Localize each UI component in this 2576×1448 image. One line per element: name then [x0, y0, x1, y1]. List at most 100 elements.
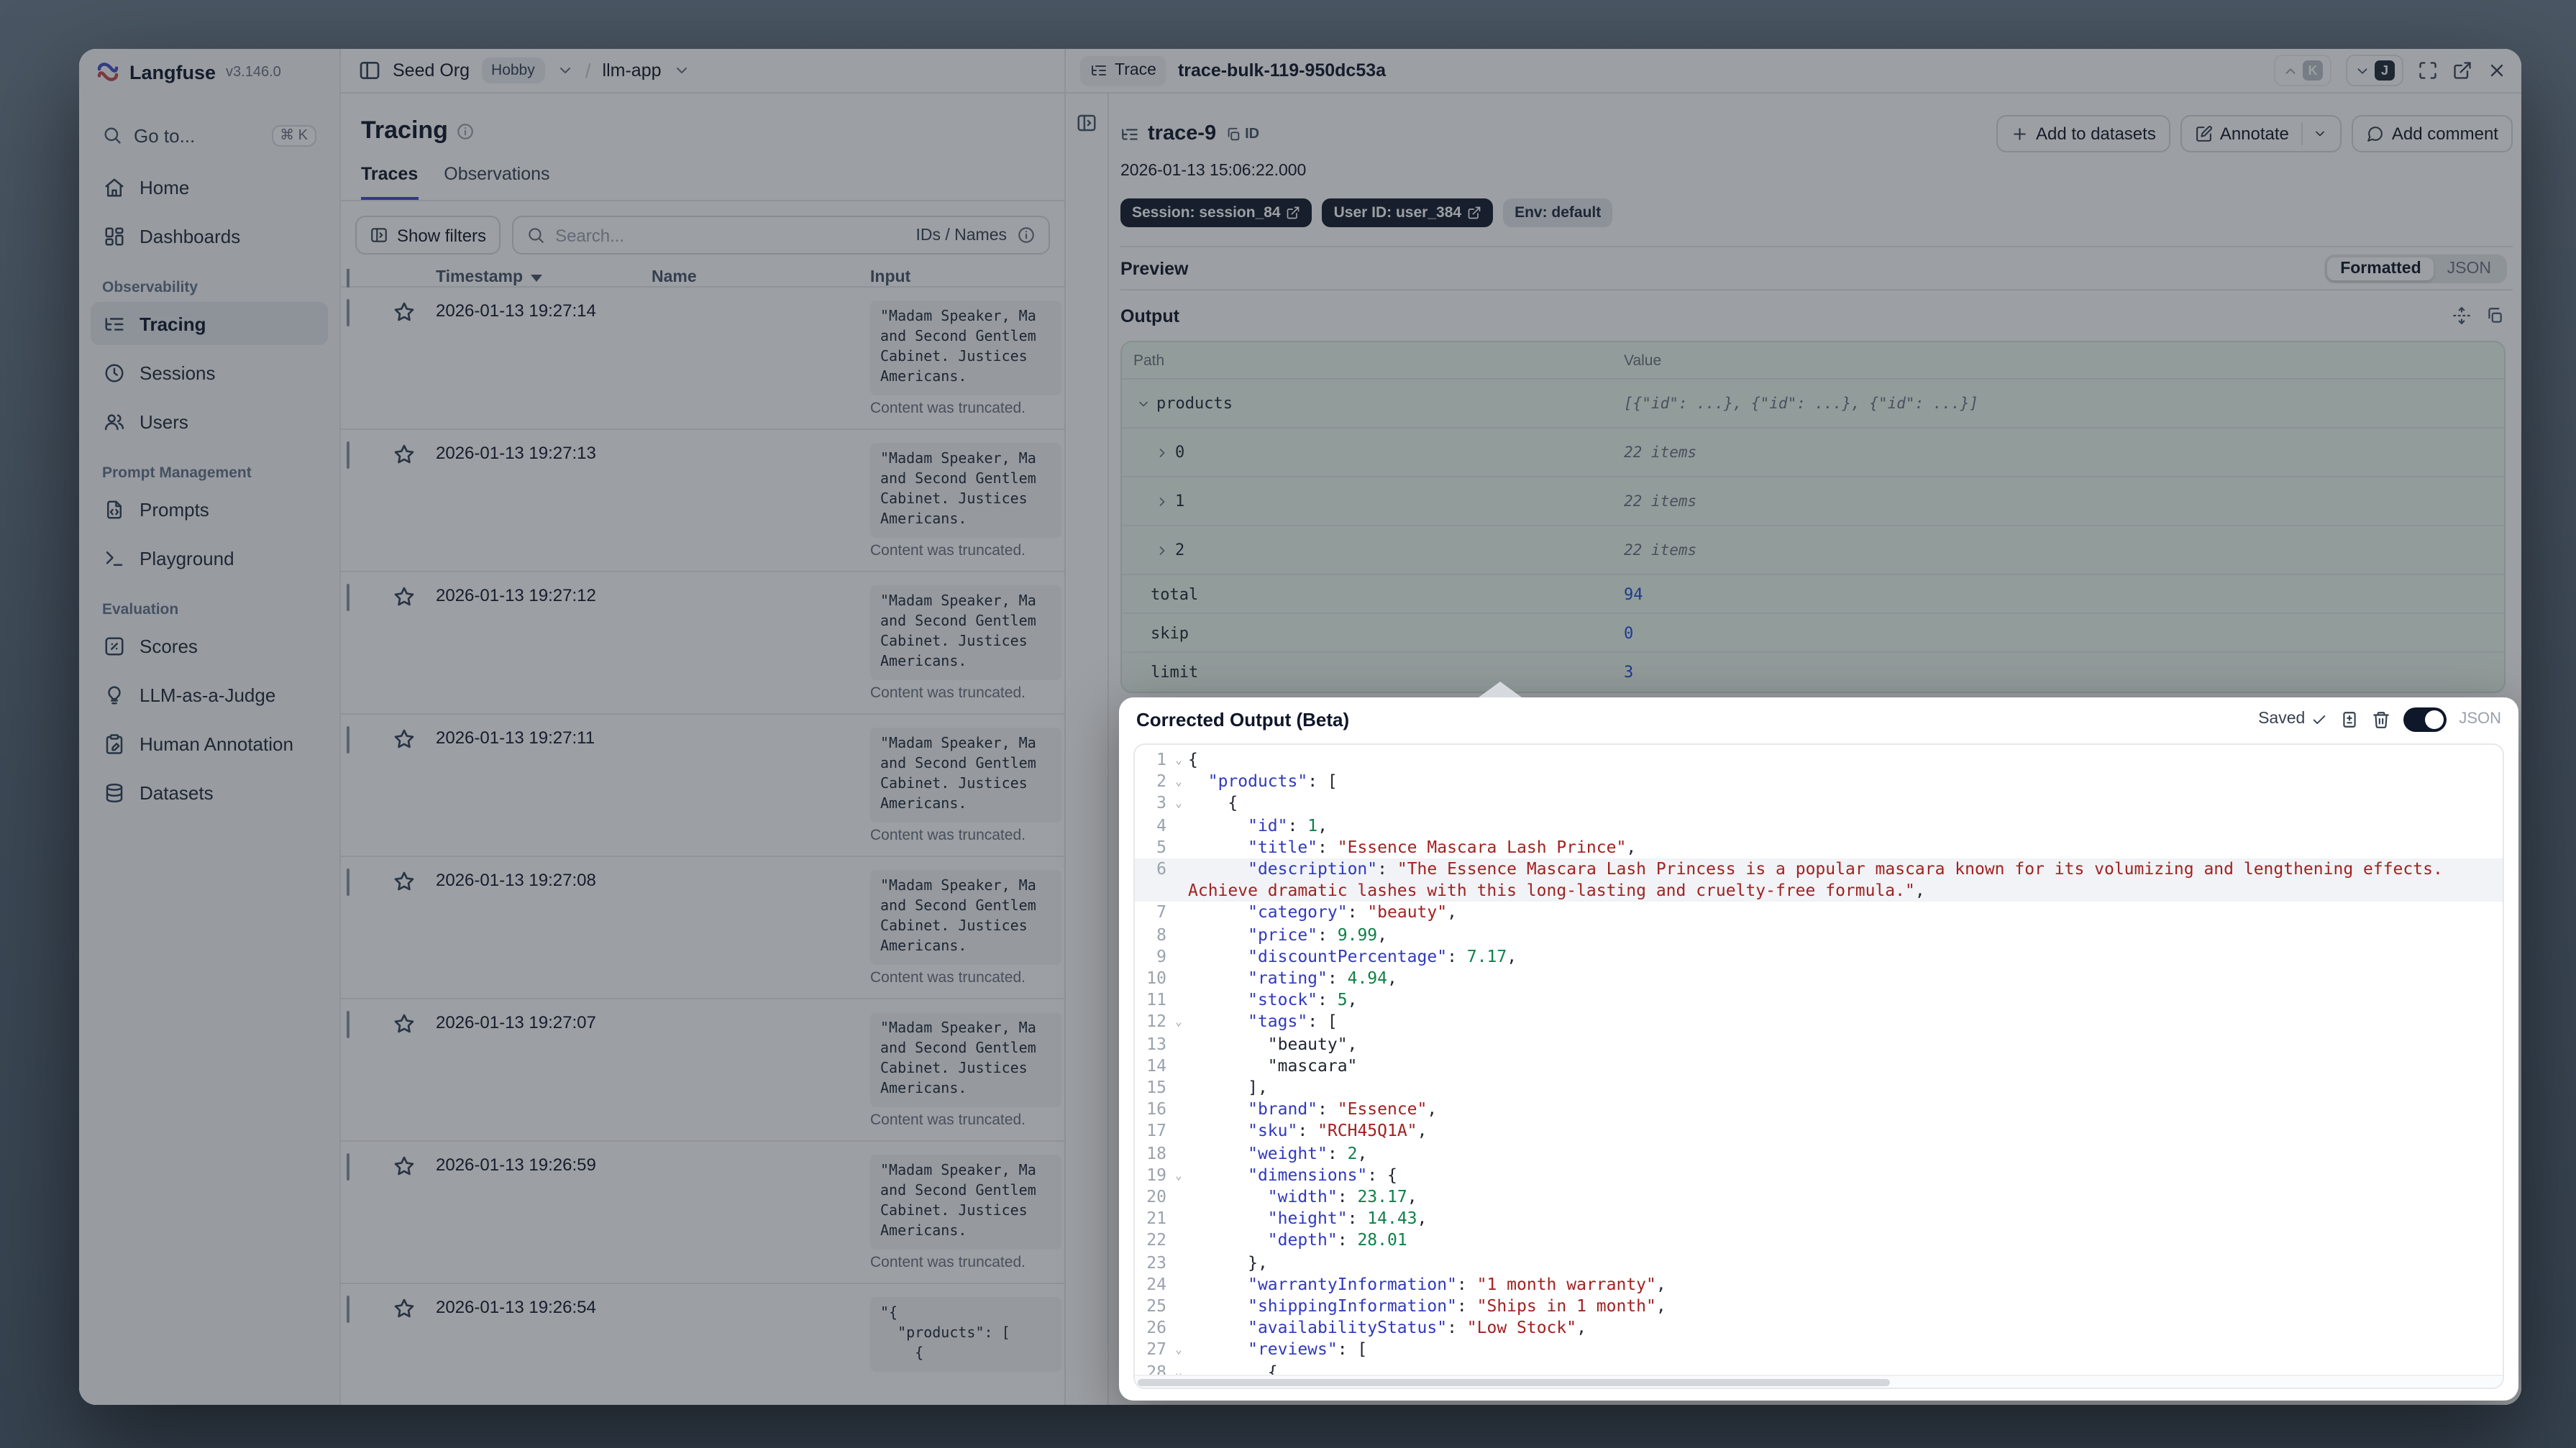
line-number: 24 — [1146, 1273, 1166, 1294]
code-line: 21 "height": 14.43, — [1135, 1209, 2503, 1230]
line-number: 9 — [1156, 945, 1166, 966]
code-lines: 1 ⌄{2 ⌄ "products": [3 ⌄ {4 "id": 1, 5 "titl… — [1135, 745, 2503, 1383]
code-line: 19 ⌄ "dimensions": { — [1135, 1165, 2503, 1186]
json-toggle[interactable] — [2403, 707, 2447, 731]
code-text: "tags": [ — [1248, 1011, 1338, 1032]
code-line: 16 "brand": "Essence", — [1135, 1099, 2503, 1121]
code-text: "warrantyInformation": "1 month warranty… — [1248, 1273, 1666, 1294]
code-line: 14 "mascara" — [1135, 1055, 2503, 1077]
line-number: 23 — [1146, 1252, 1166, 1273]
line-number: 8 — [1156, 924, 1166, 945]
code-text: "availabilityStatus": "Low Stock", — [1248, 1317, 1586, 1338]
code-text: "height": 14.43, — [1267, 1208, 1428, 1229]
code-line: 24 "warrantyInformation": "1 month warra… — [1135, 1274, 2503, 1296]
line-number: 22 — [1146, 1229, 1166, 1250]
code-line: 1 ⌄{ — [1135, 749, 2503, 771]
code-line: 5 "title": "Essence Mascara Lash Prince"… — [1135, 837, 2503, 858]
code-line: 2 ⌄ "products": [ — [1135, 771, 2503, 792]
code-line: 4 "id": 1, — [1135, 815, 2503, 836]
fold-toggle-icon[interactable]: ⌄ — [1169, 793, 1188, 815]
line-number: 1 — [1156, 749, 1166, 769]
code-text: "sku": "RCH45Q1A", — [1248, 1120, 1428, 1141]
code-text: "width": 23.17, — [1267, 1186, 1417, 1207]
horizontal-scrollbar[interactable] — [1135, 1375, 2503, 1388]
code-text: "description": "The Essence Mascara Lash… — [1188, 858, 2453, 901]
code-text: { — [1188, 749, 1198, 769]
line-number: 17 — [1146, 1120, 1166, 1141]
line-number: 4 — [1156, 815, 1166, 835]
saved-status: Saved — [2258, 710, 2326, 728]
fold-toggle-icon[interactable]: ⌄ — [1169, 1165, 1188, 1186]
code-text: "mascara" — [1188, 1055, 1358, 1076]
corrected-output-panel: Corrected Output (Beta) Saved JSON 1 ⌄{2 ⌄… — [1119, 682, 2518, 1401]
code-line: 27 ⌄ "reviews": [ — [1135, 1339, 2503, 1361]
code-text: "dimensions": { — [1248, 1164, 1397, 1185]
corrected-output-header: Corrected Output (Beta) Saved JSON — [1119, 697, 2518, 741]
line-number: 18 — [1146, 1142, 1166, 1163]
code-line: 15 ], — [1135, 1077, 2503, 1099]
code-text: { — [1188, 792, 1238, 813]
line-number: 19 — [1146, 1164, 1166, 1185]
code-text: "title": "Essence Mascara Lash Prince", — [1248, 836, 1637, 857]
code-text: "category": "beauty", — [1248, 902, 1457, 922]
code-text: "products": [ — [1207, 771, 1338, 792]
fold-toggle-icon[interactable]: ⌄ — [1169, 771, 1188, 792]
code-line: 17 "sku": "RCH45Q1A", — [1135, 1121, 2503, 1142]
code-text: "id": 1, — [1248, 815, 1328, 835]
code-line: 22 "depth": 28.01 — [1135, 1230, 2503, 1252]
code-text: ], — [1188, 1077, 1268, 1098]
line-number: 15 — [1146, 1077, 1166, 1098]
line-number: 3 — [1156, 792, 1166, 813]
trash-icon[interactable] — [2371, 710, 2390, 728]
code-text: "discountPercentage": 7.17, — [1248, 945, 1517, 966]
file-diff-icon[interactable] — [2339, 710, 2358, 728]
code-line: 13 "beauty", — [1135, 1033, 2503, 1055]
fold-toggle-icon[interactable]: ⌄ — [1169, 1339, 1188, 1361]
code-line: 18 "weight": 2, — [1135, 1142, 2503, 1164]
line-number: 27 — [1146, 1339, 1166, 1360]
line-number: 16 — [1146, 1099, 1166, 1119]
json-editor[interactable]: 1 ⌄{2 ⌄ "products": [3 ⌄ {4 "id": 1, 5 "titl… — [1133, 743, 2504, 1389]
line-number: 26 — [1146, 1317, 1166, 1338]
code-line: 7 "category": "beauty", — [1135, 902, 2503, 924]
line-number: 5 — [1156, 836, 1166, 857]
code-line: 23 }, — [1135, 1252, 2503, 1273]
code-line: 26 "availabilityStatus": "Low Stock", — [1135, 1318, 2503, 1339]
line-number: 6 — [1156, 858, 1166, 879]
line-number: 14 — [1146, 1055, 1166, 1076]
code-text: "price": 9.99, — [1248, 924, 1388, 945]
code-text: "brand": "Essence", — [1248, 1099, 1438, 1119]
panel-pointer-arrow — [1479, 682, 1522, 697]
code-line: 25 "shippingInformation": "Ships in 1 mo… — [1135, 1296, 2503, 1317]
line-number: 13 — [1146, 1033, 1166, 1054]
code-text: "reviews": [ — [1248, 1339, 1368, 1360]
line-number: 25 — [1146, 1296, 1166, 1316]
code-line: 8 "price": 9.99, — [1135, 924, 2503, 945]
code-line: 9 "discountPercentage": 7.17, — [1135, 946, 2503, 968]
code-line: 3 ⌄ { — [1135, 793, 2503, 815]
code-text: "depth": 28.01 — [1267, 1229, 1407, 1250]
check-icon — [2311, 711, 2326, 727]
fold-toggle-icon[interactable]: ⌄ — [1169, 1012, 1188, 1033]
fold-toggle-icon[interactable]: ⌄ — [1169, 749, 1188, 771]
code-text: }, — [1188, 1252, 1268, 1273]
desktop-backdrop: Langfuse v3.146.0 Go to... ⌘ K Home Dashb… — [0, 0, 2576, 1448]
